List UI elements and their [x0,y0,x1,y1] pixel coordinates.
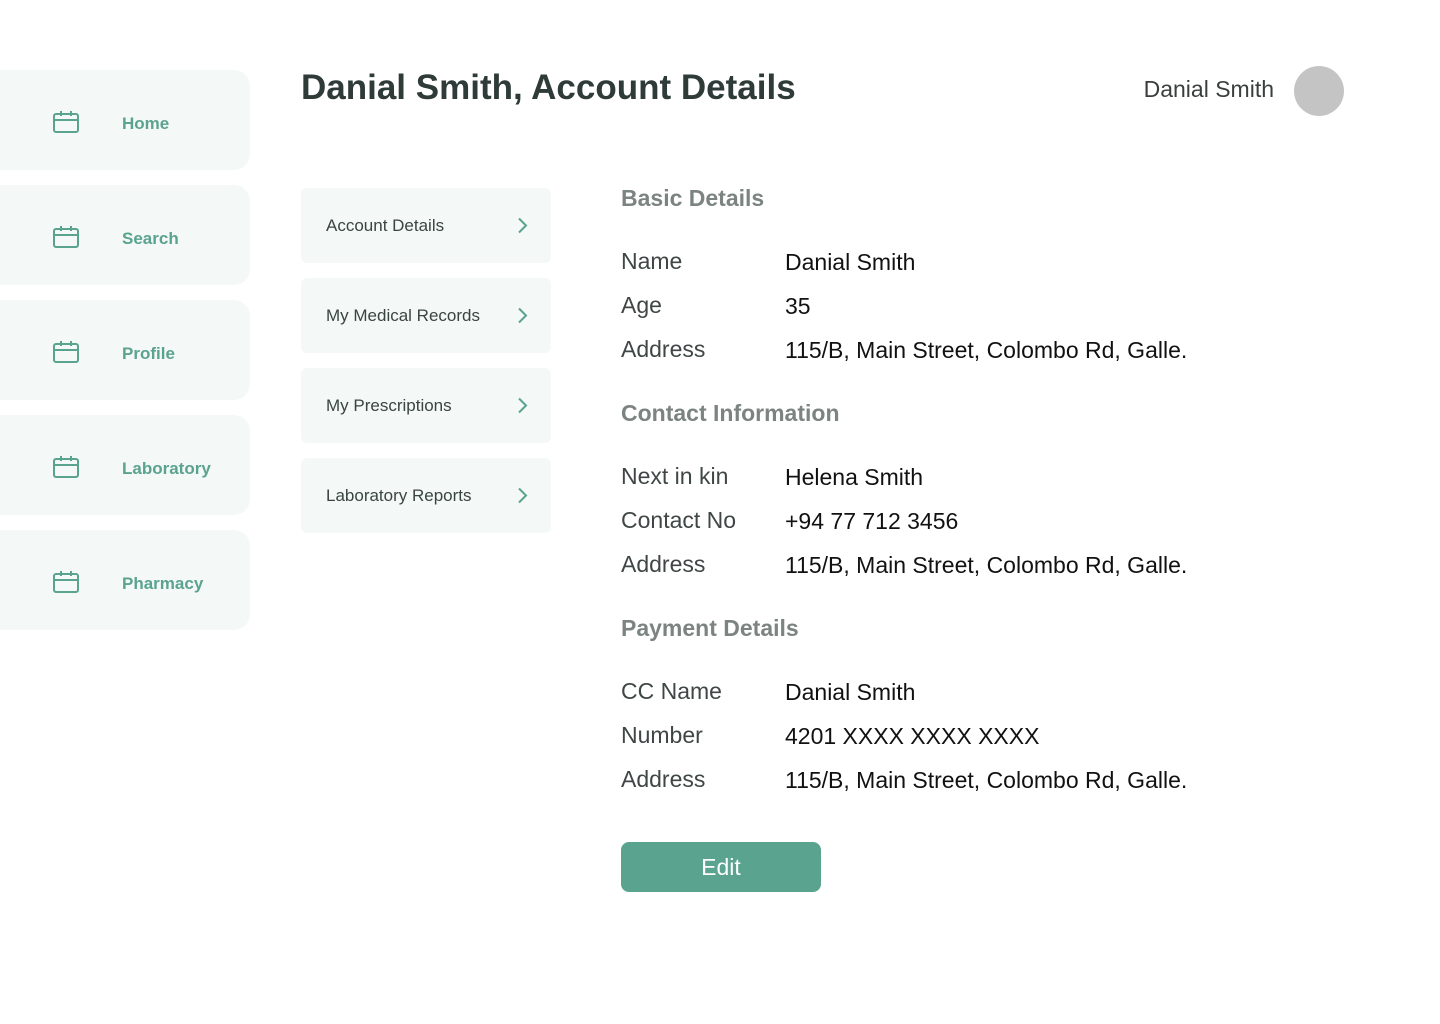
contact-no-value: +94 77 712 3456 [785,508,959,534]
card-number-value: 4201 XXXX XXXX XXXX [785,723,1040,749]
address-value: 115/B, Main Street, Colombo Rd, Galle. [785,337,1188,363]
user-name[interactable]: Danial Smith [1100,76,1274,103]
payment-address-label: Address [621,766,706,792]
contact-no-label: Contact No [621,507,737,533]
contact-address-value: 115/B, Main Street, Colombo Rd, Galle. [785,552,1188,578]
submenu-item-account-details[interactable]: Account Details [301,188,551,263]
submenu-item-label: Account Details [326,216,445,235]
sidebar-item-label: Laboratory [122,459,211,478]
chevron-right-icon [518,487,528,504]
page-title: Danial Smith, Account Details [301,68,796,108]
calendar-icon [53,456,79,478]
sidebar-item-label: Search [122,229,179,248]
page-title-prefix: Danial Smith, [301,68,523,107]
payment-details-title: Payment Details [621,615,799,641]
sidebar-item-label: Home [122,114,170,133]
cc-name-value: Danial Smith [785,679,916,705]
name-value: Danial Smith [785,249,916,275]
contact-address-label: Address [621,551,706,577]
edit-button[interactable]: Edit [621,842,821,892]
payment-address-value: 115/B, Main Street, Colombo Rd, Galle. [785,767,1188,793]
submenu-item-prescriptions[interactable]: My Prescriptions [301,368,551,443]
card-number-label: Number [621,722,703,748]
address-label: Address [621,336,706,362]
contact-information-title: Contact Information [621,400,840,426]
sidebar-item-home[interactable]: Home [0,70,250,170]
cc-name-label: CC Name [621,678,722,704]
page: Home Search Profile Laboratory Pharmacy … [0,0,1440,1024]
next-in-kin-value: Helena Smith [785,464,924,490]
chevron-right-icon [518,217,528,234]
submenu-item-laboratory-reports[interactable]: Laboratory Reports [301,458,551,533]
calendar-icon [53,111,79,133]
chevron-right-icon [518,397,528,414]
sidebar-item-profile[interactable]: Profile [0,300,250,400]
submenu-item-label: My Prescriptions [326,396,452,415]
calendar-icon [53,226,79,248]
avatar[interactable] [1294,66,1344,116]
page-title-bold: Account Details [531,68,796,107]
age-value: 35 [785,293,811,319]
sidebar-item-pharmacy[interactable]: Pharmacy [0,530,250,630]
chevron-right-icon [518,307,528,324]
sidebar-item-label: Profile [122,344,175,363]
submenu-item-label: My Medical Records [326,306,480,325]
submenu-item-label: Laboratory Reports [326,486,472,505]
calendar-icon [53,341,79,363]
basic-details-title: Basic Details [621,185,765,211]
submenu-item-medical-records[interactable]: My Medical Records [301,278,551,353]
sidebar-item-search[interactable]: Search [0,185,250,285]
age-label: Age [621,292,662,318]
name-label: Name [621,248,683,274]
next-in-kin-label: Next in kin [621,463,729,489]
sidebar-item-label: Pharmacy [122,574,204,593]
calendar-icon [53,571,79,593]
sidebar-item-laboratory[interactable]: Laboratory [0,415,250,515]
